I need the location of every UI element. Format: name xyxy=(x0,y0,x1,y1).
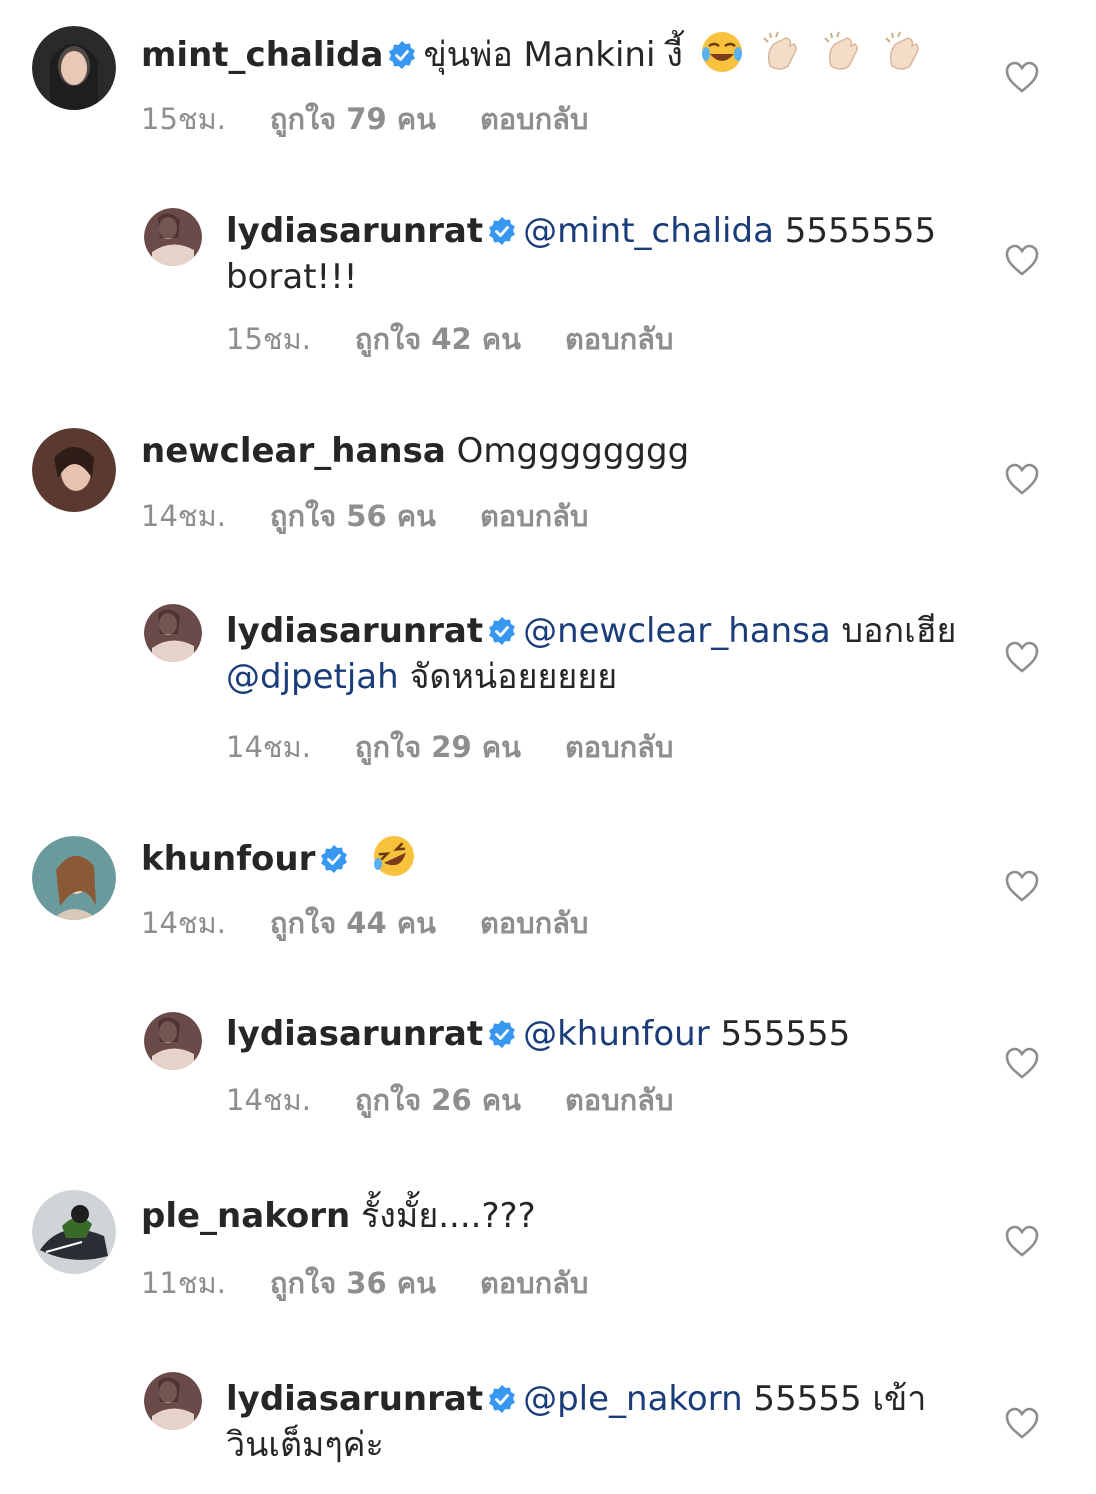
verified-badge-icon xyxy=(489,217,516,245)
mention-link[interactable]: @djpetjah xyxy=(226,657,399,697)
timestamp: 15ชม. xyxy=(226,322,311,356)
comment-thread: mint_chalida ขุ่นพ่อ Mankini งี้ 15ชม. ถูก… xyxy=(0,0,1096,1494)
heart-outline-icon[interactable] xyxy=(1004,1406,1040,1440)
username[interactable]: lydiasarunrat xyxy=(226,1379,483,1419)
heart-outline-icon[interactable] xyxy=(1004,640,1040,674)
verified-badge-icon xyxy=(389,41,416,69)
comment-meta: 11ชม. ถูกใจ 36 คน ตอบกลับ xyxy=(141,1260,588,1306)
heart-outline-icon[interactable] xyxy=(1004,243,1040,277)
heart-outline-icon[interactable] xyxy=(1004,60,1040,94)
comment-body: ขุ่นพ่อ Mankini งี้ xyxy=(423,35,683,75)
timestamp: 14ชม. xyxy=(141,499,226,533)
timestamp: 14ชม. xyxy=(141,906,226,940)
reply-button[interactable]: ตอบกลับ xyxy=(480,900,588,946)
avatar[interactable] xyxy=(32,428,116,512)
clapping-hands-icon xyxy=(885,31,919,70)
avatar[interactable] xyxy=(32,836,116,920)
username[interactable]: khunfour xyxy=(141,839,315,879)
comment-text: lydiasarunrat @mint_chalida 5555555 borat… xyxy=(226,208,966,300)
avatar[interactable] xyxy=(144,1012,202,1070)
mention-link[interactable]: @mint_chalida xyxy=(523,211,774,251)
verified-badge-icon xyxy=(489,1020,516,1048)
likes-count[interactable]: ถูกใจ 56 คน xyxy=(270,493,436,539)
likes-count[interactable]: ถูกใจ 26 คน xyxy=(355,1077,521,1123)
mention-link[interactable]: @newclear_hansa xyxy=(523,611,831,651)
comment-text: newclear_hansa Omgggggggg xyxy=(141,428,981,474)
comment-meta: 15ชม. ถูกใจ 42 คน ตอบกลับ xyxy=(226,316,673,362)
comment-meta: 15ชม. ถูกใจ 79 คน ตอบกลับ xyxy=(141,96,588,142)
heart-outline-icon[interactable] xyxy=(1004,1046,1040,1080)
comment-meta: 14ชม. ถูกใจ 26 คน ตอบกลับ xyxy=(226,1077,673,1123)
comment-body: บอกเฮีย xyxy=(830,611,957,651)
face-with-tears-of-joy-icon xyxy=(701,32,742,72)
mention-link[interactable]: @khunfour xyxy=(523,1014,710,1054)
comment-body: Omgggggggg xyxy=(456,431,690,471)
username[interactable]: lydiasarunrat xyxy=(226,611,483,651)
timestamp: 15ชม. xyxy=(141,102,226,136)
comment-body: จัดหน่อยยยยย xyxy=(398,657,618,697)
mention-link[interactable]: @ple_nakorn xyxy=(523,1379,743,1419)
heart-outline-icon[interactable] xyxy=(1004,462,1040,496)
comment-text: lydiasarunrat @newclear_hansa บอกเฮีย @dj… xyxy=(226,608,966,700)
comment-meta: 14ชม. ถูกใจ 44 คน ตอบกลับ xyxy=(141,900,588,946)
reply-button[interactable]: ตอบกลับ xyxy=(565,1077,673,1123)
clapping-hands-icon xyxy=(763,31,798,70)
verified-badge-icon xyxy=(489,1385,516,1413)
avatar[interactable] xyxy=(32,1190,116,1274)
username[interactable]: lydiasarunrat xyxy=(226,211,483,251)
comment-text: khunfour xyxy=(141,834,981,882)
clapping-hands-icon xyxy=(824,31,859,70)
heart-outline-icon[interactable] xyxy=(1004,1224,1040,1258)
username[interactable]: ple_nakorn xyxy=(141,1196,350,1236)
likes-count[interactable]: ถูกใจ 44 คน xyxy=(270,900,436,946)
comment-text: lydiasarunrat @khunfour 555555 xyxy=(226,1011,966,1057)
username[interactable]: newclear_hansa xyxy=(141,431,446,471)
reply-button[interactable]: ตอบกลับ xyxy=(480,96,588,142)
likes-count[interactable]: ถูกใจ 79 คน xyxy=(270,96,436,142)
reply-button[interactable]: ตอบกลับ xyxy=(480,1260,588,1306)
comment-body: รั้งมั้ย....??? xyxy=(361,1196,536,1236)
verified-badge-icon xyxy=(489,617,516,645)
comment-meta: 14ชม. ถูกใจ 56 คน ตอบกลับ xyxy=(141,493,588,539)
likes-count[interactable]: ถูกใจ 36 คน xyxy=(270,1260,436,1306)
comment-text: mint_chalida ขุ่นพ่อ Mankini งี้ xyxy=(141,30,981,78)
timestamp: 14ชม. xyxy=(226,1083,311,1117)
heart-outline-icon[interactable] xyxy=(1004,869,1040,903)
comment-meta: 14ชม. ถูกใจ 29 คน ตอบกลับ xyxy=(226,724,673,770)
likes-count[interactable]: ถูกใจ 42 คน xyxy=(355,316,521,362)
avatar[interactable] xyxy=(144,208,202,266)
reply-button[interactable]: ตอบกลับ xyxy=(565,724,673,770)
avatar[interactable] xyxy=(32,26,116,110)
timestamp: 11ชม. xyxy=(141,1266,226,1300)
likes-count[interactable]: ถูกใจ 29 คน xyxy=(355,724,521,770)
avatar[interactable] xyxy=(144,604,202,662)
username[interactable]: mint_chalida xyxy=(141,35,383,75)
reply-button[interactable]: ตอบกลับ xyxy=(480,493,588,539)
username[interactable]: lydiasarunrat xyxy=(226,1014,483,1054)
timestamp: 14ชม. xyxy=(226,730,311,764)
verified-badge-icon xyxy=(321,845,348,873)
comment-text: ple_nakorn รั้งมั้ย....??? xyxy=(141,1193,981,1239)
avatar[interactable] xyxy=(144,1372,202,1430)
rolling-on-floor-laughing-icon xyxy=(374,836,415,876)
comment-body: 555555 xyxy=(709,1014,851,1054)
reply-button[interactable]: ตอบกลับ xyxy=(565,316,673,362)
comment-text: lydiasarunrat @ple_nakorn 55555 เข้าวินเต… xyxy=(226,1376,966,1468)
